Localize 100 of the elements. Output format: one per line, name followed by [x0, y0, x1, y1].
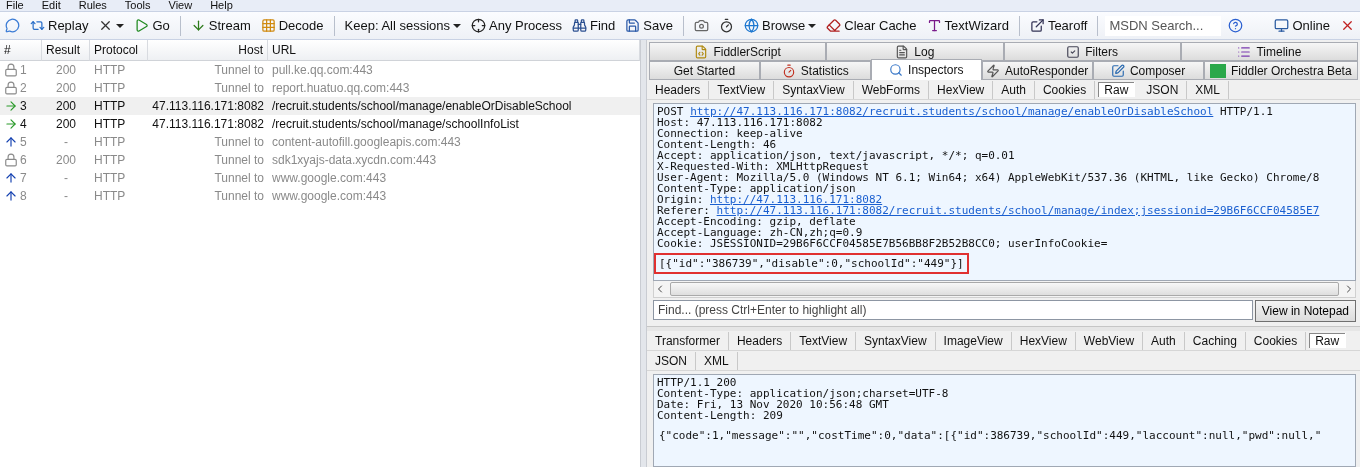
tab[interactable]: Raw — [1098, 82, 1136, 97]
menu-item[interactable]: Help — [210, 0, 233, 11]
toolbar-button[interactable]: Find — [569, 16, 619, 35]
tab[interactable]: Inspectors — [870, 59, 982, 80]
text-line: POST — [657, 105, 685, 118]
lightning-icon — [985, 63, 1000, 78]
tab[interactable]: Cookies — [1034, 80, 1096, 99]
play-icon — [134, 18, 150, 33]
tab[interactable]: JSON — [647, 351, 696, 370]
tab[interactable]: Auth — [1143, 331, 1185, 350]
table-cell: 47.113.116.171:8082 — [148, 97, 268, 115]
tab[interactable]: Get Started — [649, 61, 760, 80]
view-in-notepad-button[interactable]: View in Notepad — [1254, 300, 1356, 322]
tab[interactable]: Headers — [728, 331, 792, 350]
menu-item[interactable]: File — [6, 0, 24, 11]
close-icon — [1340, 18, 1355, 33]
link[interactable]: http://47.113.116.171:8082/recruit.students/school/manage/enableOrDisableSchool — [690, 105, 1214, 118]
checkbox-icon — [1066, 44, 1081, 59]
text-line: Accept-Language: zh-CN,zh;q=0.9 — [657, 226, 863, 239]
search-field[interactable]: MSDN Search... — [1105, 15, 1222, 36]
text-line: Content-Type: application/json;charset=UTF-8 — [657, 387, 949, 400]
menu-item[interactable]: Rules — [78, 0, 107, 11]
menu-item[interactable]: Edit — [41, 0, 61, 11]
tab[interactable]: WebView — [1075, 331, 1144, 350]
text-line: HTTP/1.1 — [1218, 105, 1273, 118]
text-line: Origin: — [657, 193, 704, 206]
tab[interactable]: SyntaxView — [856, 331, 936, 350]
toolbar-button[interactable]: Save — [622, 16, 676, 35]
toolbar-button[interactable]: Decode — [257, 16, 327, 35]
tab[interactable]: Fiddler Orchestra Beta — [1203, 61, 1358, 80]
up-arrow-icon — [4, 135, 18, 149]
tab[interactable]: TextView — [791, 331, 857, 350]
response-text-area[interactable] — [653, 374, 1356, 467]
tab[interactable]: XML — [1187, 80, 1229, 99]
column-header[interactable]: Result — [42, 40, 90, 61]
table-cell: HTTP — [90, 97, 148, 115]
response-body-text: {"code":1,"message":"","costTime":0,"data":[{"id":386739,"schoolId":449,"laccount":null,"pwd":null," — [658, 428, 1323, 444]
column-header[interactable]: # — [0, 40, 42, 61]
menu-item[interactable]: Tools — [124, 0, 151, 11]
tab[interactable]: Cookies — [1245, 331, 1307, 350]
tab[interactable]: TextView — [709, 80, 775, 99]
tab[interactable]: WebForms — [853, 80, 930, 99]
dropdown-button[interactable]: Keep: All sessions — [341, 16, 465, 35]
text-line: HTTP/1.1 200 — [657, 376, 737, 389]
toolbar-button[interactable]: Stream — [187, 16, 254, 35]
request-text-area[interactable] — [653, 103, 1356, 281]
script-icon — [694, 44, 709, 59]
tab[interactable]: HexView — [929, 80, 994, 99]
row-number-cell[interactable]: 3 — [0, 97, 42, 115]
table-cell: /recruit.students/school/manage/enableOrDisableSchool — [268, 97, 640, 115]
magnifier-icon — [889, 63, 904, 77]
toolbar-button[interactable]: Tearoff — [1026, 16, 1091, 35]
tab[interactable]: XML — [696, 351, 738, 370]
tab[interactable]: Filters — [1003, 42, 1181, 61]
toolbar-button[interactable]: Any Process — [468, 16, 566, 35]
tab[interactable]: Statistics — [759, 61, 871, 80]
down-arrow-icon — [190, 18, 206, 33]
table-cell: 200 — [42, 97, 90, 115]
tab[interactable]: Caching — [1184, 331, 1246, 350]
find-field[interactable]: Find... (press Ctrl+Enter to highlight all) — [653, 300, 1253, 320]
column-header[interactable]: URL — [268, 40, 640, 61]
binoculars-icon — [572, 18, 588, 33]
text-line: Connection: keep-alive — [657, 127, 803, 140]
tab[interactable]: ImageView — [935, 331, 1012, 350]
text-line: X-Requested-With: XMLHttpRequest — [657, 160, 869, 173]
tab[interactable]: Auth — [993, 80, 1035, 99]
text-line: Content-Length: 46 — [657, 138, 777, 151]
globe-icon — [743, 18, 759, 33]
tab[interactable]: AutoResponder — [981, 61, 1093, 80]
column-header[interactable]: Protocol — [90, 40, 148, 61]
toolbar-button[interactable]: Online — [1271, 16, 1333, 35]
toolbar-button[interactable]: Go — [131, 16, 173, 35]
letter-t-icon — [926, 18, 942, 33]
text-line: Referer: — [657, 204, 711, 217]
column-header[interactable]: Host — [148, 40, 268, 61]
edit-icon — [1110, 63, 1125, 78]
timer-icon — [718, 18, 734, 33]
request-body-text: [{"id":"386739","disable":0,"schoolId":"449"}] — [654, 253, 969, 274]
menu-item[interactable]: View — [168, 0, 193, 11]
lock-icon — [4, 153, 18, 167]
text-line: Accept-Encoding: gzip, deflate — [657, 215, 856, 228]
tab[interactable]: Transformer — [647, 331, 729, 350]
tab[interactable]: SyntaxView — [774, 80, 854, 99]
tab[interactable]: Headers — [647, 80, 710, 99]
tab[interactable]: HexView — [1011, 331, 1076, 350]
tab[interactable]: JSON — [1138, 80, 1188, 99]
speech-bubble-icon — [5, 18, 20, 33]
stopwatch-icon — [781, 63, 796, 78]
fo-logo-icon — [1209, 63, 1226, 78]
tab[interactable]: FiddlerScript — [649, 42, 827, 61]
dropdown-button[interactable]: Browse — [740, 16, 820, 35]
toolbar-button[interactable]: Clear Cache — [823, 16, 920, 35]
tab[interactable]: Composer — [1092, 61, 1204, 80]
camera-icon — [693, 18, 709, 33]
tab[interactable]: Raw — [1309, 333, 1347, 348]
toolbar-button[interactable]: TextWizard — [923, 16, 1012, 35]
tab[interactable]: Log — [826, 42, 1004, 61]
toolbar-button[interactable]: Replay — [27, 16, 92, 35]
document-icon — [895, 44, 910, 59]
tab[interactable]: Timeline — [1180, 42, 1358, 61]
